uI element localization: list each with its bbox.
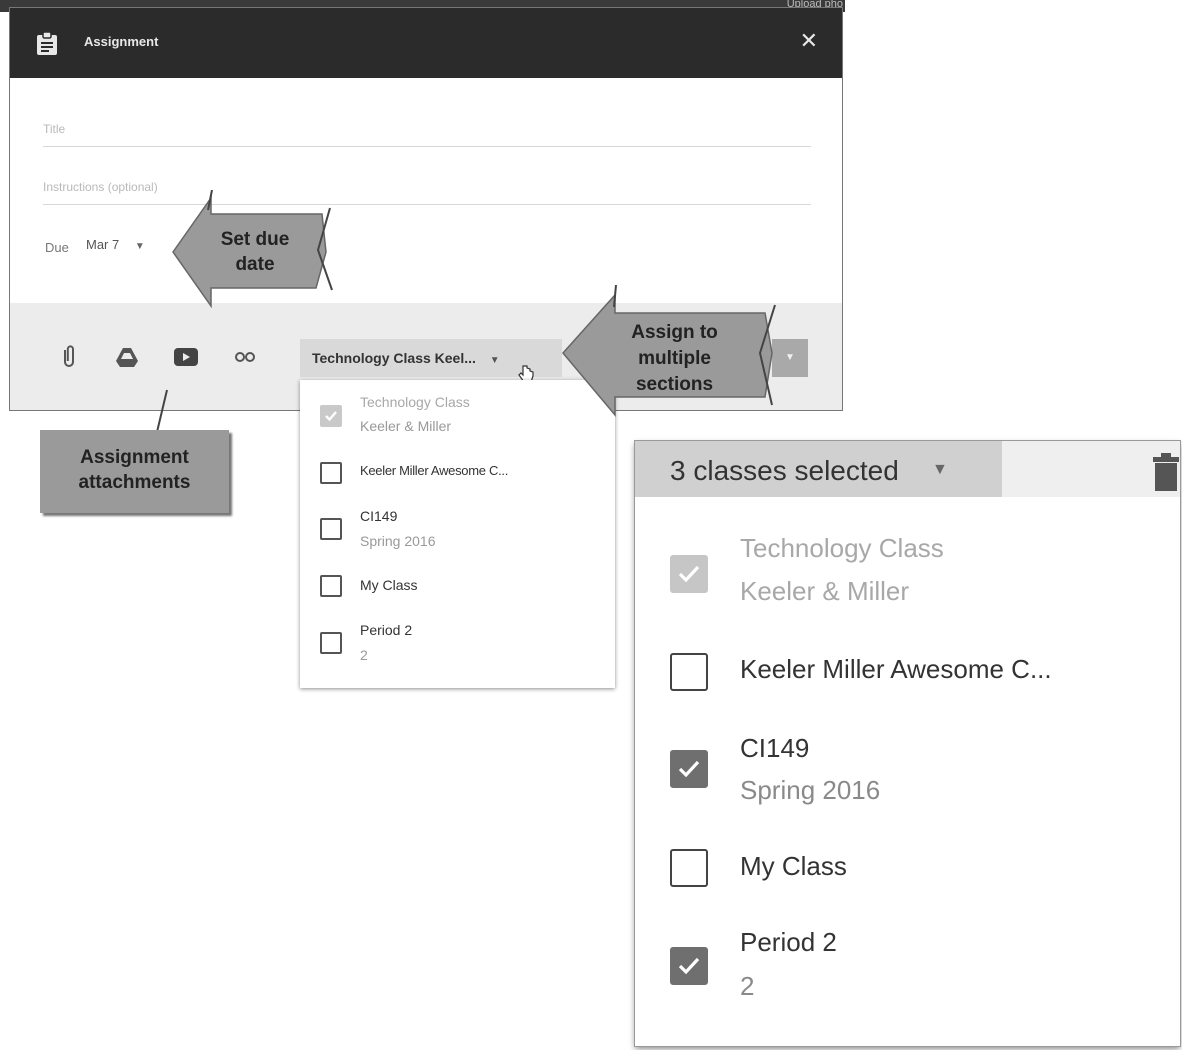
callout-attachments-pointer — [156, 389, 168, 433]
drive-icon[interactable] — [114, 344, 140, 370]
list-item[interactable]: Technology Class Keeler & Miller — [635, 533, 1180, 613]
classes-selected-select[interactable]: 3 classes selected ▼ — [635, 441, 1002, 497]
youtube-icon[interactable] — [173, 344, 199, 370]
checkbox-unchecked[interactable] — [670, 849, 708, 887]
checkbox-checked[interactable] — [670, 750, 708, 788]
title-placeholder: Title — [43, 122, 66, 136]
class-name: CI149 — [360, 508, 398, 524]
callout-attachments-text: Assignment attachments — [40, 445, 229, 495]
dialog-header: Assignment ✕ — [10, 8, 842, 78]
attachment-icon[interactable] — [56, 344, 82, 370]
checkbox-checked[interactable] — [670, 555, 708, 593]
callout-set-due-date: Set due date — [210, 227, 300, 277]
zoomed-header: 3 classes selected ▼ — [635, 441, 1180, 497]
callout-text-line: Assignment — [80, 447, 189, 468]
list-item[interactable]: Keeler Miller Awesome C... — [635, 649, 1180, 693]
class-name: Period 2 — [740, 927, 837, 957]
class-name: Keeler Miller Awesome C... — [360, 463, 509, 478]
check-icon — [325, 411, 337, 422]
instructions-placeholder: Instructions (optional) — [43, 180, 158, 194]
class-name: My Class — [740, 851, 847, 881]
link-icon[interactable] — [232, 344, 258, 370]
checkbox-unchecked[interactable] — [320, 632, 342, 654]
callout-text-line: sections — [635, 374, 714, 395]
class-name: Period 2 — [360, 622, 413, 638]
class-section: 2 — [360, 647, 368, 663]
class-section: Spring 2016 — [740, 775, 881, 805]
list-item[interactable]: Keeler Miller Awesome C... — [300, 460, 615, 490]
list-item[interactable]: My Class — [300, 575, 615, 605]
class-section: Keeler & Miller — [740, 576, 910, 606]
checkbox-unchecked[interactable] — [320, 518, 342, 540]
chevron-down-icon: ▼ — [932, 461, 948, 478]
class-section: Spring 2016 — [360, 533, 436, 549]
class-name: Keeler Miller Awesome C... — [740, 654, 1052, 684]
instructions-field[interactable]: Instructions (optional) — [43, 180, 811, 205]
due-label: Due — [45, 240, 69, 255]
callout-text-line: date — [235, 254, 275, 275]
class-section: Keeler & Miller — [360, 418, 452, 434]
class-name: CI149 — [740, 733, 810, 763]
check-icon — [678, 957, 700, 975]
class-section: 2 — [740, 971, 755, 1001]
clipboard-icon — [37, 32, 57, 55]
list-item[interactable]: CI149 Spring 2016 — [300, 508, 615, 554]
class-name: Technology Class — [740, 533, 944, 563]
checkbox-checked[interactable] — [670, 947, 708, 985]
list-item[interactable]: CI149 Spring 2016 — [635, 730, 1180, 810]
trash-icon[interactable] — [1151, 451, 1181, 491]
title-field[interactable]: Title — [43, 122, 811, 147]
check-icon — [678, 565, 700, 583]
callout-text-line: multiple — [638, 348, 711, 369]
checkbox-unchecked[interactable] — [320, 462, 342, 484]
checkbox-unchecked[interactable] — [320, 575, 342, 597]
classes-selected-label: 3 classes selected — [670, 455, 899, 486]
list-item[interactable]: Period 2 2 — [635, 927, 1180, 1007]
class-name: Technology Class — [360, 394, 470, 410]
callout-text-line: Assign to — [631, 322, 718, 343]
chevron-down-icon: ▼ — [785, 352, 795, 363]
chevron-down-icon: ▼ — [489, 355, 500, 366]
due-date-value: Mar 7 — [86, 237, 120, 252]
list-item[interactable]: My Class — [635, 847, 1180, 891]
class-dropdown-zoomed: 3 classes selected ▼ Technology Class Ke… — [635, 441, 1180, 1046]
chevron-down-icon: ▼ — [134, 241, 145, 252]
check-icon — [678, 760, 700, 778]
callout-attachments: Assignment attachments — [40, 430, 229, 513]
list-item[interactable]: Period 2 2 — [300, 622, 615, 668]
checkbox-checked[interactable] — [320, 405, 342, 427]
close-icon[interactable]: ✕ — [800, 30, 818, 52]
class-select-label: Technology Class Keel... — [312, 350, 476, 366]
due-date-select[interactable]: Mar 7 ▼ — [86, 237, 145, 252]
class-name: My Class — [360, 577, 418, 593]
callout-text-line: attachments — [78, 472, 191, 493]
checkbox-unchecked[interactable] — [670, 653, 708, 691]
callout-assign-sections: Assign to multiple sections — [612, 320, 737, 398]
dialog-title: Assignment — [84, 34, 159, 49]
callout-text-line: Set due — [220, 229, 290, 250]
